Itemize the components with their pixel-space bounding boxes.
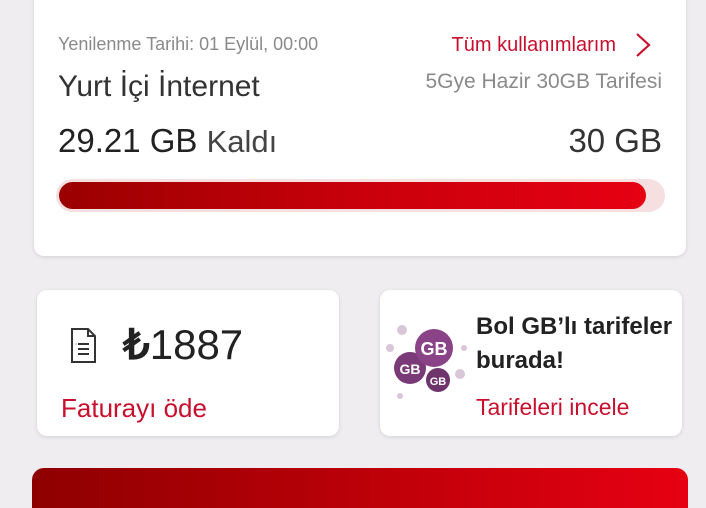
gb-bubbles-illustration: GB GB GB xyxy=(386,325,467,399)
all-usage-label: Tüm kullanımlarım xyxy=(451,33,616,56)
bill-amount: ₺1887 xyxy=(123,320,243,369)
all-usage-link[interactable]: Tüm kullanımlarım xyxy=(452,32,652,58)
pay-bill-link[interactable]: Faturayı öde xyxy=(61,393,207,424)
promo-headline: Bol GB’lı tarifeler burada! xyxy=(476,313,673,374)
gb-label-top: GB xyxy=(421,339,448,359)
document-icon xyxy=(71,328,96,363)
internet-usage-card[interactable]: Yenilenme Tarihi: 01 Eylül, 00:00 Tüm ku… xyxy=(34,0,686,256)
bill-amount-value: 1887 xyxy=(149,321,244,368)
bottom-banner[interactable] xyxy=(32,468,688,508)
browse-tariffs-link[interactable]: Tarifeleri incele xyxy=(476,394,629,421)
usage-category: Yurt İçi İnternet xyxy=(58,70,260,103)
remaining-suffix: Kaldı xyxy=(206,124,278,159)
remaining-amount: 29.21 GB xyxy=(58,122,198,159)
renewal-date: Yenilenme Tarihi: 01 Eylül, 00:00 xyxy=(58,34,319,54)
gb-label-bottom: GB xyxy=(430,376,447,388)
usage-progress-fill xyxy=(59,182,646,209)
tariff-promo-card[interactable]: GB GB GB Bol GB’lı tarifeler burada! Tar… xyxy=(380,290,682,436)
chevron-right-icon xyxy=(636,33,651,57)
tariff-name: 5Gye Hazir 30GB Tarifesi xyxy=(425,70,662,93)
remaining-data: 29.21 GB Kaldı xyxy=(58,122,277,160)
gb-label-left: GB xyxy=(400,361,421,377)
currency-symbol: ₺ xyxy=(123,321,150,368)
usage-progress-bar xyxy=(56,179,665,212)
bill-card[interactable]: ₺1887 Faturayı öde xyxy=(37,290,339,436)
total-quota: 30 GB xyxy=(568,122,662,159)
